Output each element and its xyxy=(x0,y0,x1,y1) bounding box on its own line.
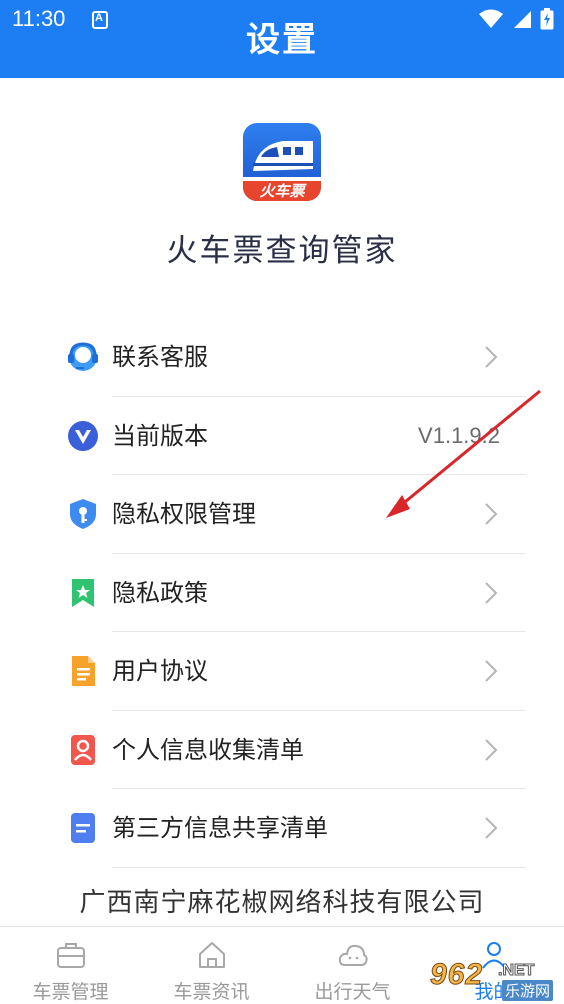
settings-row-user-agreement[interactable]: 用户协议 xyxy=(66,632,526,711)
cloud-icon xyxy=(338,944,368,966)
settings-row-label: 个人信息收集清单 xyxy=(112,735,304,764)
settings-row-privacy-policy[interactable]: 隐私政策 xyxy=(66,554,526,632)
document-icon xyxy=(72,656,95,686)
version-v-icon xyxy=(68,420,98,451)
nav-ticket-news[interactable]: 车票资讯 xyxy=(141,927,282,1004)
settings-row-third-party-sharing[interactable]: 第三方信息共享清单 xyxy=(66,789,526,868)
company-name: 广西南宁麻花椒网络科技有限公司 xyxy=(79,888,485,918)
settings-row-label: 当前版本 xyxy=(112,421,208,450)
house-icon xyxy=(198,942,225,968)
shield-key-icon xyxy=(70,499,96,529)
list-doc-icon xyxy=(71,813,95,843)
nav-label: 车票管理 xyxy=(32,981,109,1003)
settings-list: 联系客服 当前版本 V1.1.9.2 隐私权限管理 隐私政策 用户协议 个人信息… xyxy=(66,318,526,868)
watermark-logo: 962 .NET 乐游网 xyxy=(424,958,560,1002)
settings-row-contact-service[interactable]: 联系客服 xyxy=(66,318,526,397)
settings-row-label: 隐私权限管理 xyxy=(112,500,256,528)
chevron-right-icon xyxy=(485,503,498,525)
app-name: 火车票查询管家 xyxy=(166,233,398,269)
settings-row-privacy-permissions[interactable]: 隐私权限管理 xyxy=(66,475,526,554)
page-title: 设置 xyxy=(246,20,318,60)
chevron-right-icon xyxy=(485,817,498,839)
settings-row-label: 第三方信息共享清单 xyxy=(112,814,328,842)
briefcase-icon xyxy=(56,943,85,968)
chevron-right-icon xyxy=(485,581,498,604)
settings-row-label: 用户协议 xyxy=(112,657,208,685)
chevron-right-icon xyxy=(485,660,498,682)
bookmark-star-icon xyxy=(72,578,94,607)
nav-ticket-management[interactable]: 车票管理 xyxy=(0,927,141,1004)
top-bar: 11:30 A 设置 xyxy=(0,0,564,78)
headset-icon xyxy=(68,342,98,371)
settings-row-label: 隐私政策 xyxy=(112,578,208,607)
divider xyxy=(112,866,526,868)
nav-travel-weather[interactable]: 出行天气 xyxy=(282,927,423,1004)
settings-row-current-version[interactable]: 当前版本 V1.1.9.2 xyxy=(66,397,526,475)
chevron-right-icon xyxy=(485,738,498,761)
app-logo-text: 火车票 xyxy=(259,182,305,200)
nav-label: 出行天气 xyxy=(314,981,391,1003)
settings-row-label: 联系客服 xyxy=(112,343,208,371)
settings-row-personal-info-list[interactable]: 个人信息收集清单 xyxy=(66,711,526,789)
chevron-right-icon xyxy=(485,346,498,368)
nav-label: 车票资讯 xyxy=(173,981,250,1003)
app-logo: 火车票 xyxy=(243,123,321,201)
version-value: V1.1.9.2 xyxy=(418,422,500,448)
person-card-icon xyxy=(71,734,95,765)
